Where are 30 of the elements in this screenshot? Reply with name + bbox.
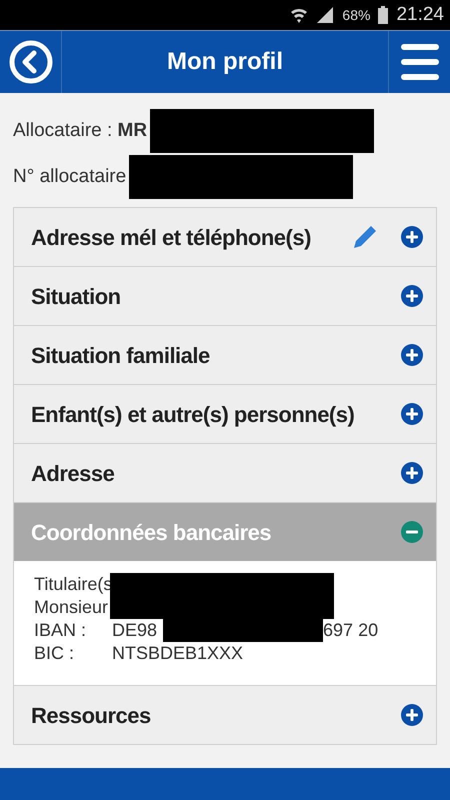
expand-icon[interactable] xyxy=(400,284,424,308)
section-title: Adresse xyxy=(31,460,114,488)
battery-level: 68% xyxy=(342,6,370,24)
expand-icon[interactable] xyxy=(400,402,424,426)
page-title: Mon profil xyxy=(167,47,283,77)
wifi-icon xyxy=(290,7,308,23)
collapse-icon[interactable] xyxy=(400,520,424,544)
section-title: Situation familiale xyxy=(31,342,210,370)
detail-value: NTSBDEB1XXX xyxy=(112,642,244,665)
expand-icon[interactable] xyxy=(400,225,424,249)
signal-icon xyxy=(316,7,334,23)
detail-label: Titulaire(s xyxy=(34,573,110,596)
detail-label: IBAN : xyxy=(34,619,88,642)
detail-value: DE98 xyxy=(112,619,158,642)
section-title: Situation xyxy=(31,282,121,310)
section-title: Enfant(s) et autre(s) personne(s) xyxy=(31,400,354,429)
expand-icon[interactable] xyxy=(400,703,424,727)
info-value: MR xyxy=(118,118,148,143)
section-title: Coordonnées bancaires xyxy=(31,518,272,546)
battery-icon xyxy=(378,6,388,24)
expand-icon[interactable] xyxy=(400,461,424,485)
section-title: Adresse mél et téléphone(s) xyxy=(31,224,311,252)
detail-value: 697 20 xyxy=(323,619,378,642)
detail-label: Monsieur xyxy=(34,596,110,619)
expand-icon[interactable] xyxy=(400,343,424,367)
clock: 21:24 xyxy=(396,2,444,27)
detail-label: BIC : xyxy=(34,642,76,665)
info-label: Allocataire : xyxy=(13,118,114,143)
section-title: Ressources xyxy=(31,702,151,730)
info-label: N° allocataire xyxy=(13,164,126,189)
